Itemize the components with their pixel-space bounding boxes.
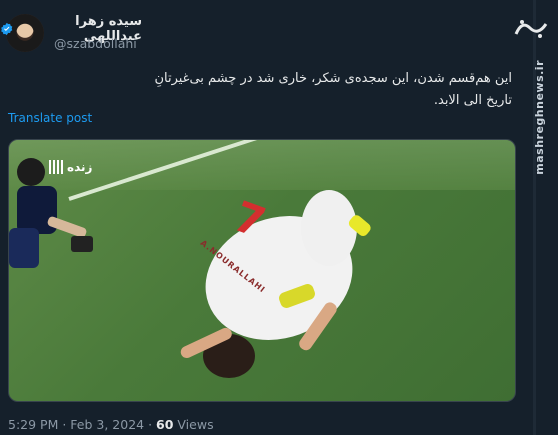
mashregh-logo-icon	[514, 20, 548, 38]
tweet-video[interactable]: زنده 7 A.NOURALLAHI	[8, 139, 516, 402]
author-handle[interactable]: @szabdollahi	[54, 36, 137, 51]
tweet-card: سیده زهرا عبداللهی @szabdollahi این هم‌ق…	[0, 0, 530, 435]
photographer-figure	[9, 158, 93, 268]
verified-badge-icon	[1, 22, 13, 36]
site-watermark: mashreghnews.ir	[533, 60, 546, 175]
views-label: Views	[173, 417, 214, 432]
tweet-meta: 5:29 PM · Feb 3, 2024 · 60 Views	[8, 417, 214, 432]
player-figure	[180, 190, 371, 378]
timestamp[interactable]: 5:29 PM · Feb 3, 2024 ·	[8, 417, 156, 432]
tweet-text: این هم‌قسم شدن، این سجده‌ی شکر، خاری شد …	[154, 71, 512, 108]
translate-post-link[interactable]: Translate post	[8, 111, 92, 125]
views-count: 60	[156, 417, 174, 432]
